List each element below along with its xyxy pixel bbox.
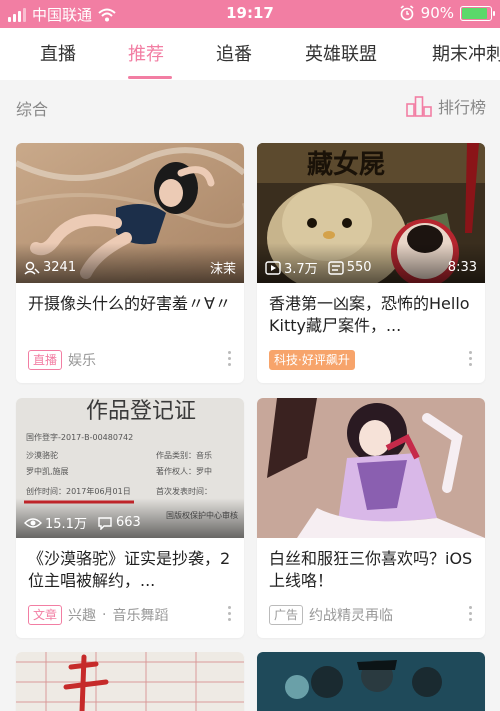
video-thumbnail[interactable]: 藏女屍 3.7万 550 8:33	[257, 143, 485, 283]
more-options-icon[interactable]	[469, 351, 473, 366]
category-label[interactable]: 兴趣	[68, 605, 96, 625]
tab-final-exam[interactable]: 期末冲刺	[432, 40, 500, 66]
thumbnail-image	[257, 398, 485, 538]
category-badge[interactable]: 科技·好评飙升	[269, 350, 355, 370]
active-tab-indicator	[128, 76, 172, 79]
rank-label: 排行榜	[437, 98, 486, 117]
play-count: 3.7万	[284, 262, 318, 277]
eye-icon	[24, 517, 42, 528]
more-options-icon[interactable]	[228, 606, 232, 621]
video-title[interactable]: 开摄像头什么的好害羞〃∀〃	[16, 283, 244, 341]
subcategory-label[interactable]: 音乐舞蹈	[112, 605, 168, 625]
svg-text:罗中凯,施展: 罗中凯,施展	[26, 466, 69, 476]
danmaku-count: 550	[346, 260, 372, 275]
view-count: 15.1万	[45, 517, 87, 532]
video-title[interactable]: 香港第一凶案，恐怖的Hello Kitty藏尸案件，...	[257, 283, 485, 341]
svg-text:作品登记证: 作品登记证	[86, 399, 196, 424]
svg-text:首次发表时间：: 首次发表时间：	[156, 486, 212, 496]
tab-recommend[interactable]: 推荐	[128, 40, 164, 66]
view-count: 3241	[43, 260, 77, 275]
battery-icon	[460, 5, 495, 21]
video-card[interactable]	[16, 652, 244, 711]
ad-card[interactable]: 白丝和服狂三你喜欢吗？iOS上线咯！ 广告 约战精灵再临	[257, 398, 485, 638]
video-card[interactable]: 藏女屍 3.7万 550 8:33 香港第一凶案，恐怖的Hello Kitty藏…	[257, 143, 485, 383]
svg-text:著作权人：罗中: 著作权人：罗中	[156, 466, 212, 476]
video-card[interactable]: 3241 沫茉 开摄像头什么的好害羞〃∀〃 直播 娱乐	[16, 143, 244, 383]
comment-icon	[98, 516, 112, 530]
category-label[interactable]: 娱乐	[68, 350, 96, 370]
more-options-icon[interactable]	[228, 351, 232, 366]
viewers-icon	[24, 261, 40, 275]
tab-lol[interactable]: 英雄联盟	[305, 40, 377, 66]
comment-count: 663	[115, 515, 141, 530]
advertiser-label[interactable]: 约战精灵再临	[309, 605, 393, 625]
thumbnail-image	[257, 652, 485, 711]
ad-badge: 广告	[269, 605, 304, 625]
uploader-name: 沫茉	[209, 262, 236, 277]
battery-percent: 90%	[420, 4, 454, 22]
article-card[interactable]: 作品登记证 国作登字-2017-B-00480742 沙漠骆驼 作品类别：音乐 …	[16, 398, 244, 638]
article-title[interactable]: 《沙漠骆驼》证实是抄袭，2位主唱被解约，...	[16, 538, 244, 596]
svg-text:藏女屍: 藏女屍	[307, 149, 385, 180]
svg-text:创作时间：2017年06月01日: 创作时间：2017年06月01日	[26, 486, 131, 496]
channel-tabs: 直播 推荐 追番 英雄联盟 期末冲刺	[0, 28, 500, 80]
status-bar: 中国联通 19:17 90%	[0, 0, 500, 28]
article-thumbnail[interactable]: 作品登记证 国作登字-2017-B-00480742 沙漠骆驼 作品类别：音乐 …	[16, 398, 244, 538]
video-duration: 8:33	[447, 260, 477, 275]
more-options-icon[interactable]	[469, 606, 473, 621]
ad-thumbnail[interactable]	[257, 398, 485, 538]
tab-anime[interactable]: 追番	[216, 40, 252, 66]
ranking-icon	[406, 96, 432, 117]
svg-text:国作登字-2017-B-00480742: 国作登字-2017-B-00480742	[26, 432, 133, 442]
alarm-icon	[400, 5, 414, 21]
ad-title[interactable]: 白丝和服狂三你喜欢吗？iOS上线咯！	[257, 538, 485, 596]
danmaku-icon	[327, 260, 344, 275]
thumbnail-image	[16, 652, 244, 711]
play-count-icon	[265, 260, 281, 275]
video-thumbnail[interactable]: 3241 沫茉	[16, 143, 244, 283]
category-badge: 直播	[28, 350, 63, 370]
tab-live[interactable]: 直播	[40, 40, 76, 66]
svg-text:作品类别：音乐: 作品类别：音乐	[156, 450, 212, 460]
video-card[interactable]	[257, 652, 485, 711]
rank-button[interactable]: 排行榜	[406, 94, 486, 118]
section-title: 综合	[16, 100, 49, 119]
svg-text:沙漠骆驼: 沙漠骆驼	[26, 450, 58, 460]
type-badge: 文章	[28, 605, 63, 625]
